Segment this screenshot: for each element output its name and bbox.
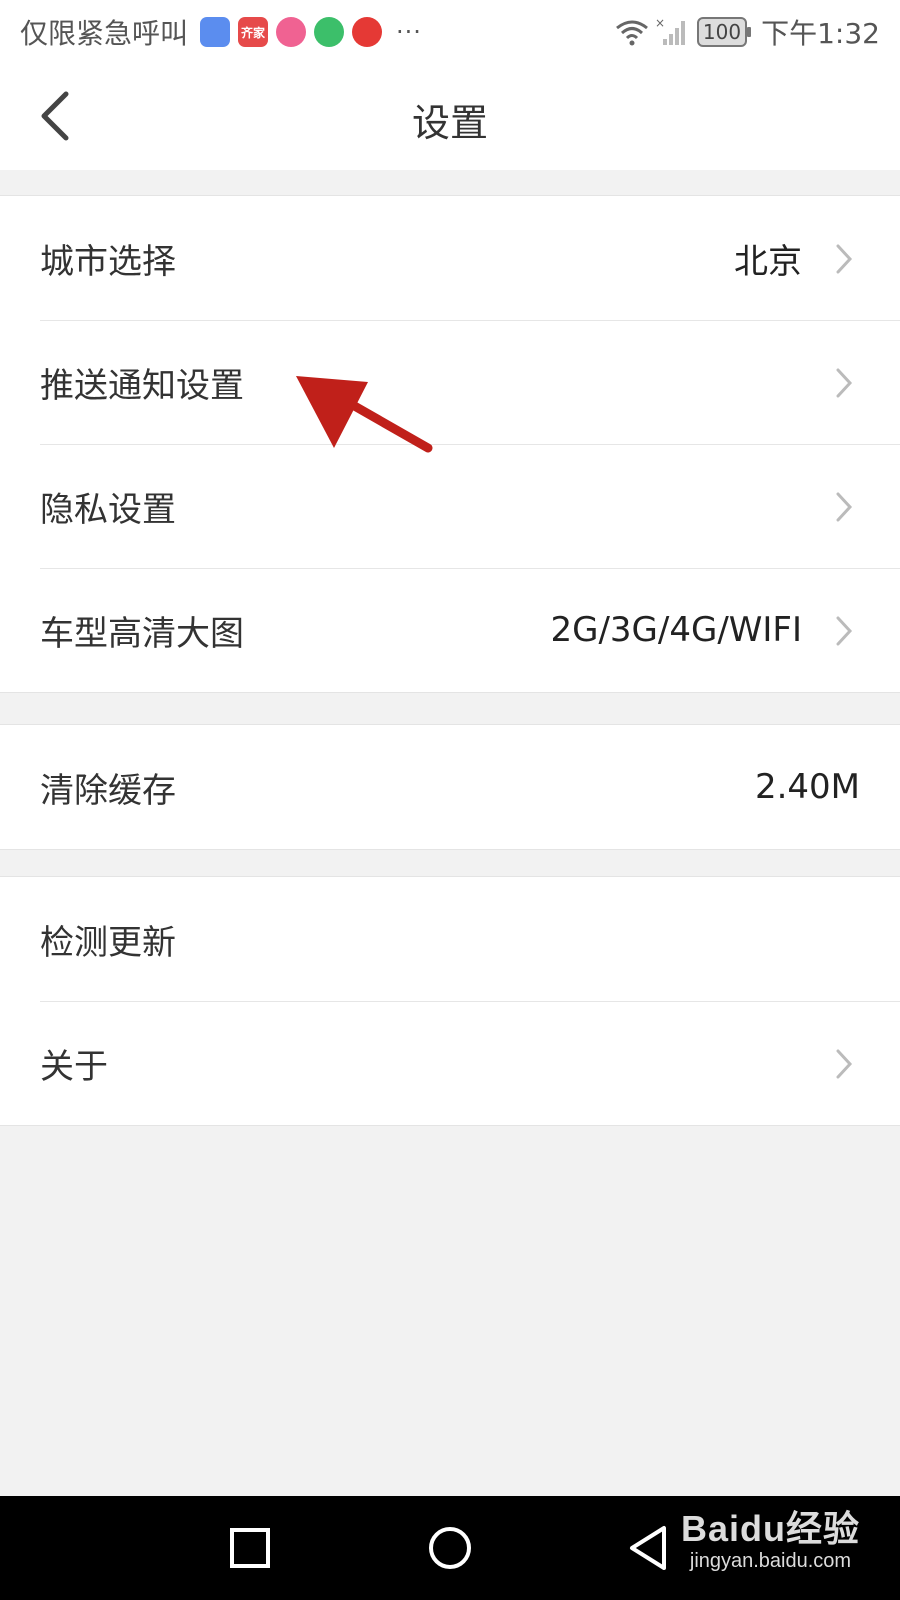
setting-label: 隐私设置: [40, 489, 176, 530]
home-button[interactable]: [422, 1520, 478, 1576]
app-tudou-icon: [314, 17, 345, 47]
chevron-right-icon: [836, 616, 853, 646]
baidu-jingyan-watermark: Baidu经验 jingyan.baidu.com: [681, 1500, 860, 1573]
setting-label: 关于: [40, 1046, 108, 1087]
back-nav-button[interactable]: [622, 1520, 678, 1576]
no-signal-icon: ×: [655, 17, 685, 45]
page-title: 设置: [411, 101, 488, 145]
settings-group-cache: 清除缓存 2.40M: [0, 724, 900, 850]
watermark-main-text: Baidu经验: [680, 1508, 860, 1549]
status-bar: 仅限紧急呼叫 齐家 ··· × 100 下午1:32: [0, 0, 900, 62]
setting-label: 推送通知设置: [40, 365, 244, 406]
svg-text:×: ×: [655, 17, 665, 30]
chevron-right-icon: [836, 1049, 853, 1079]
chevron-right-icon: [836, 368, 853, 398]
setting-label: 车型高清大图: [40, 613, 244, 654]
app-gift-icon: [200, 17, 231, 47]
setting-row-privacy[interactable]: 隐私设置: [0, 444, 900, 568]
setting-row-hd-images[interactable]: 车型高清大图 2G/3G/4G/WIFI: [0, 568, 900, 692]
setting-row-about[interactable]: 关于: [0, 1001, 900, 1125]
back-triangle-icon: [630, 1526, 666, 1570]
wifi-icon: [615, 20, 648, 46]
setting-value: 北京: [734, 241, 802, 282]
watermark-sub-text: jingyan.baidu.com: [689, 1550, 852, 1572]
settings-group-about: 检测更新 关于: [0, 876, 900, 1126]
settings-group-general: 城市选择 北京 推送通知设置 隐私设置 车型高清大图 2G/3G/4G/WIFI: [0, 195, 900, 693]
annotation-arrow-icon: [296, 376, 433, 453]
app-tmall-icon: [352, 17, 383, 47]
chevron-right-icon: [836, 244, 853, 274]
status-right: × 100 下午1:32: [615, 12, 880, 52]
recents-square-icon: [230, 1528, 270, 1568]
setting-label: 城市选择: [40, 241, 176, 282]
top-nav: 设置: [0, 62, 900, 170]
more-notifications-indicator: ···: [396, 18, 422, 46]
setting-row-push-notifications[interactable]: 推送通知设置: [0, 320, 900, 444]
setting-row-check-update[interactable]: 检测更新: [0, 877, 900, 1001]
status-left: 仅限紧急呼叫 齐家 ···: [20, 12, 422, 52]
cache-size-value: 2.40M: [754, 767, 860, 807]
setting-row-city[interactable]: 城市选择 北京: [0, 196, 900, 320]
battery-indicator: 100: [696, 17, 752, 47]
app-qijia-icon: 齐家: [238, 17, 269, 47]
status-time: 下午1:32: [761, 17, 880, 50]
carrier-text: 仅限紧急呼叫: [20, 17, 189, 50]
home-circle-icon: [429, 1527, 471, 1569]
app-pink-icon: [276, 17, 307, 47]
chevron-right-icon: [836, 492, 853, 522]
recents-button[interactable]: [222, 1520, 278, 1576]
setting-row-clear-cache[interactable]: 清除缓存 2.40M: [0, 725, 900, 849]
setting-label: 检测更新: [40, 922, 176, 963]
setting-label: 清除缓存: [40, 770, 176, 811]
setting-value: 2G/3G/4G/WIFI: [550, 610, 802, 650]
